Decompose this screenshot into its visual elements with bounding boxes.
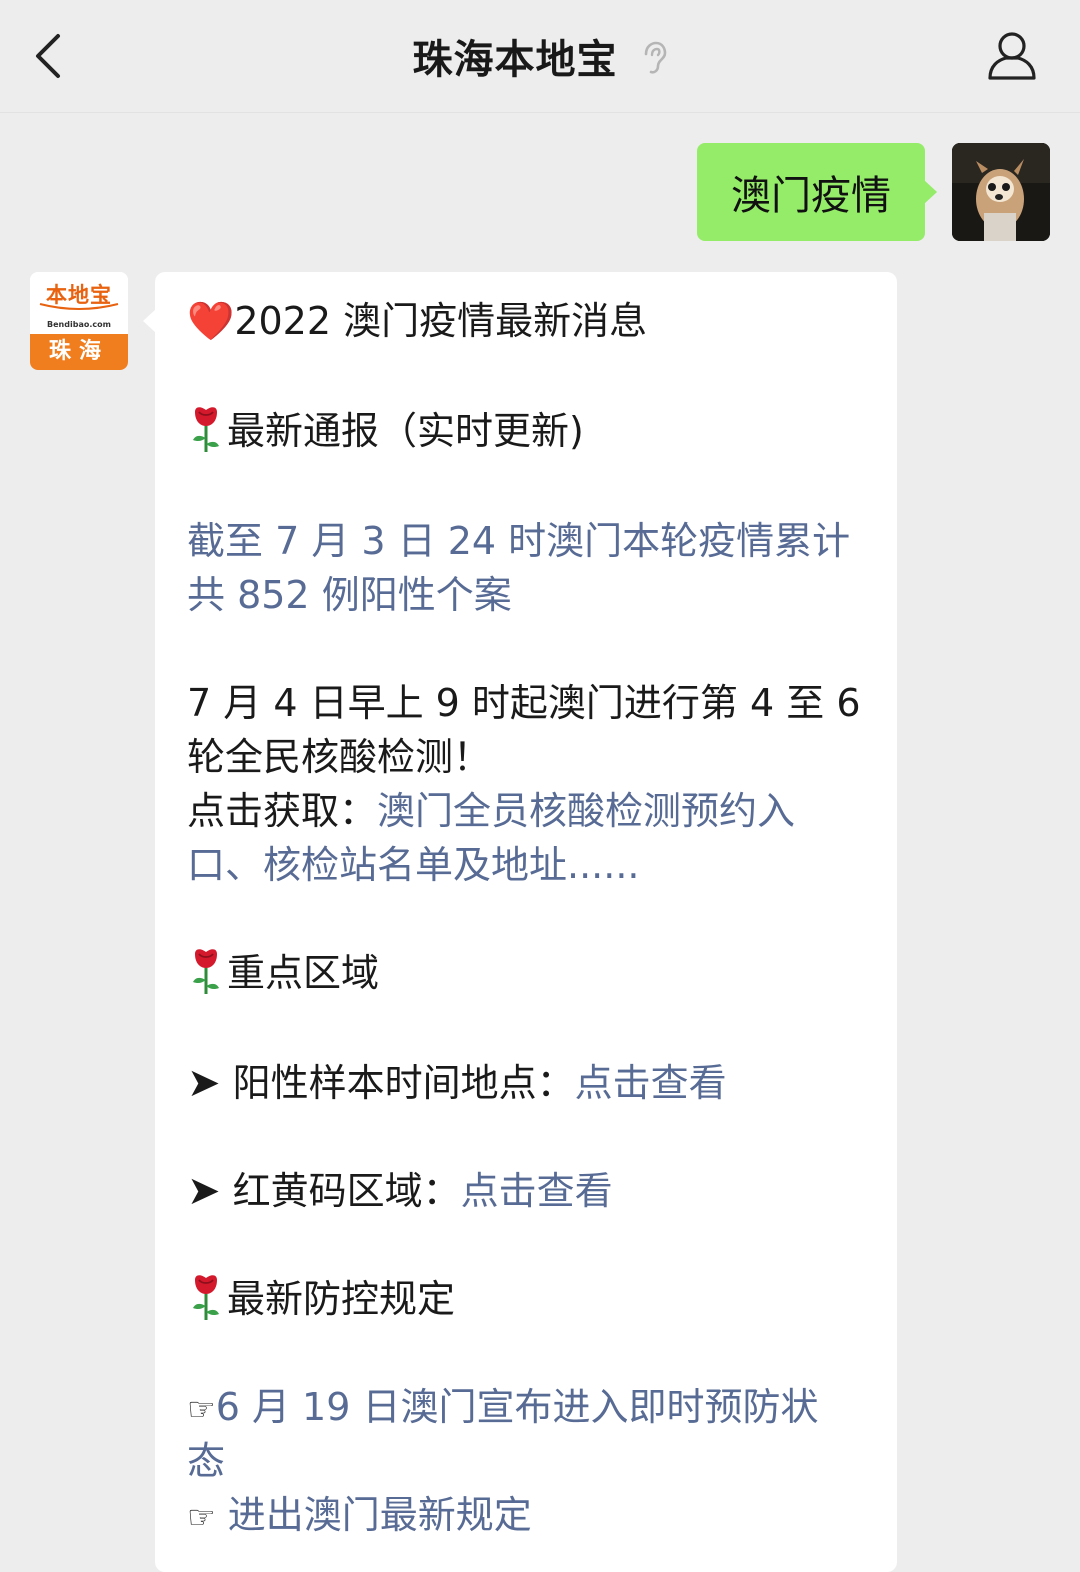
positive-sample-label: 阳性样本时间地点： bbox=[232, 1061, 575, 1105]
section-key-areas-line: 重点区域 bbox=[187, 946, 877, 1000]
testing-notice-line1: 7 月 4 日早上 9 时起澳门进行第 4 至 6 bbox=[187, 681, 861, 725]
rose-icon bbox=[187, 404, 225, 454]
user-message-bubble[interactable]: 澳门疫情 bbox=[697, 143, 937, 241]
bot-reply-bubble: ❤️2022 澳门疫情最新消息 最新通报（实时更新) 截至 7 月 3 日 24… bbox=[143, 272, 897, 1572]
rule1-link[interactable]: 6 月 19 日澳门宣布进入即时预防状 bbox=[216, 1385, 819, 1429]
arrow-icon: ➤ bbox=[187, 1060, 221, 1106]
case-count-link-line1[interactable]: 截至 7 月 3 日 24 时澳门本轮疫情累计 bbox=[187, 514, 877, 568]
logo-top: 本地宝 Bendibao.com bbox=[30, 272, 128, 334]
rule1-link-line2[interactable]: 态 bbox=[187, 1434, 877, 1488]
title-area: 珠海本地宝 bbox=[0, 0, 1080, 112]
reply-title: 2022 澳门疫情最新消息 bbox=[234, 299, 648, 343]
testing-notice-line2: 轮全民核酸检测！ bbox=[187, 735, 492, 779]
case-count-link-line2[interactable]: 共 852 例阳性个案 bbox=[187, 568, 877, 622]
section-latest-title: 最新通报（实时更新) bbox=[227, 409, 584, 453]
rose-icon bbox=[187, 1272, 225, 1322]
section-rules-line: 最新防控规定 bbox=[187, 1272, 877, 1326]
profile-icon[interactable] bbox=[984, 28, 1040, 84]
section-rules-title: 最新防控规定 bbox=[227, 1277, 456, 1321]
color-code-link[interactable]: 点击查看 bbox=[461, 1169, 613, 1213]
rule2-line: ☞ 进出澳门最新规定 bbox=[187, 1488, 877, 1544]
logo-domain: Bendibao.com bbox=[47, 320, 111, 329]
rose-icon bbox=[187, 946, 225, 996]
reply-title-line: ❤️2022 澳门疫情最新消息 bbox=[187, 294, 877, 348]
bot-avatar-logo[interactable]: 本地宝 Bendibao.com 珠海 bbox=[30, 272, 128, 370]
testing-link[interactable]: 澳门全员核酸检测预约入 bbox=[377, 789, 795, 833]
hand-pointer-icon: ☞ bbox=[187, 1498, 216, 1536]
user-avatar[interactable] bbox=[952, 143, 1050, 241]
click-label: 点击获取： bbox=[187, 789, 378, 833]
chat-title: 珠海本地宝 bbox=[412, 37, 618, 83]
testing-link-line2[interactable]: 口、核检站名单及地址...... bbox=[187, 838, 877, 892]
logo-city: 珠海 bbox=[30, 334, 128, 370]
arrow-icon: ➤ bbox=[187, 1168, 221, 1214]
heart-icon: ❤️ bbox=[187, 299, 235, 343]
color-code-label: 红黄码区域： bbox=[232, 1169, 461, 1213]
section-key-areas-title: 重点区域 bbox=[227, 951, 380, 995]
positive-sample-link[interactable]: 点击查看 bbox=[575, 1061, 727, 1105]
testing-click-line: 点击获取：澳门全员核酸检测预约入 bbox=[187, 784, 877, 838]
ear-icon bbox=[640, 40, 668, 76]
hand-pointer-icon: ☞ bbox=[187, 1390, 216, 1428]
positive-sample-line: ➤ 阳性样本时间地点：点击查看 bbox=[187, 1056, 877, 1110]
rule2-link[interactable]: 进出澳门最新规定 bbox=[228, 1493, 532, 1537]
rule1-line1: ☞6 月 19 日澳门宣布进入即时预防状 bbox=[187, 1380, 877, 1436]
top-bar: 珠海本地宝 bbox=[0, 0, 1080, 113]
logo-swoosh-icon bbox=[39, 303, 119, 310]
color-code-line: ➤ 红黄码区域：点击查看 bbox=[187, 1164, 877, 1218]
section-latest-line: 最新通报（实时更新) bbox=[187, 404, 877, 458]
